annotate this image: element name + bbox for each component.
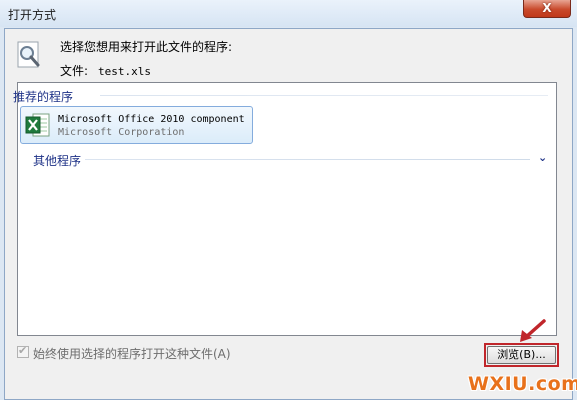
always-use-checkbox[interactable]: ✔ [17, 344, 29, 358]
always-use-label: 始终使用选择的程序打开这种文件(A) [33, 347, 231, 361]
dialog-prompt: 选择您想用来打开此文件的程序: [60, 40, 233, 54]
chevron-down-icon[interactable]: ⌄ [538, 151, 547, 164]
checkmark-icon: ✔ [18, 344, 28, 357]
file-name: test.xls [98, 65, 152, 78]
recommended-programs-header[interactable]: 推荐的程序 [13, 88, 73, 105]
browse-button[interactable]: 浏览(B)... [487, 346, 556, 364]
magnifier-document-icon [17, 41, 40, 68]
site-watermark: WXIU.com [468, 373, 577, 395]
excel-icon [25, 113, 50, 137]
window-title: 打开方式 [8, 8, 57, 22]
close-icon: X [542, 1, 552, 15]
close-button[interactable]: X [523, 0, 571, 18]
group-divider [100, 95, 548, 96]
program-publisher: Microsoft Corporation [58, 127, 185, 138]
group-divider [85, 159, 530, 160]
file-label: 文件: [60, 64, 89, 78]
title-bar: 打开方式 X [0, 0, 577, 27]
file-info: 文件: test.xls [60, 62, 151, 79]
program-item-office[interactable]: Microsoft Office 2010 component Microsof… [20, 106, 253, 144]
annotation-arrow-icon [520, 319, 546, 342]
other-programs-header[interactable]: 其他程序 [33, 152, 81, 169]
program-name: Microsoft Office 2010 component [58, 114, 245, 125]
